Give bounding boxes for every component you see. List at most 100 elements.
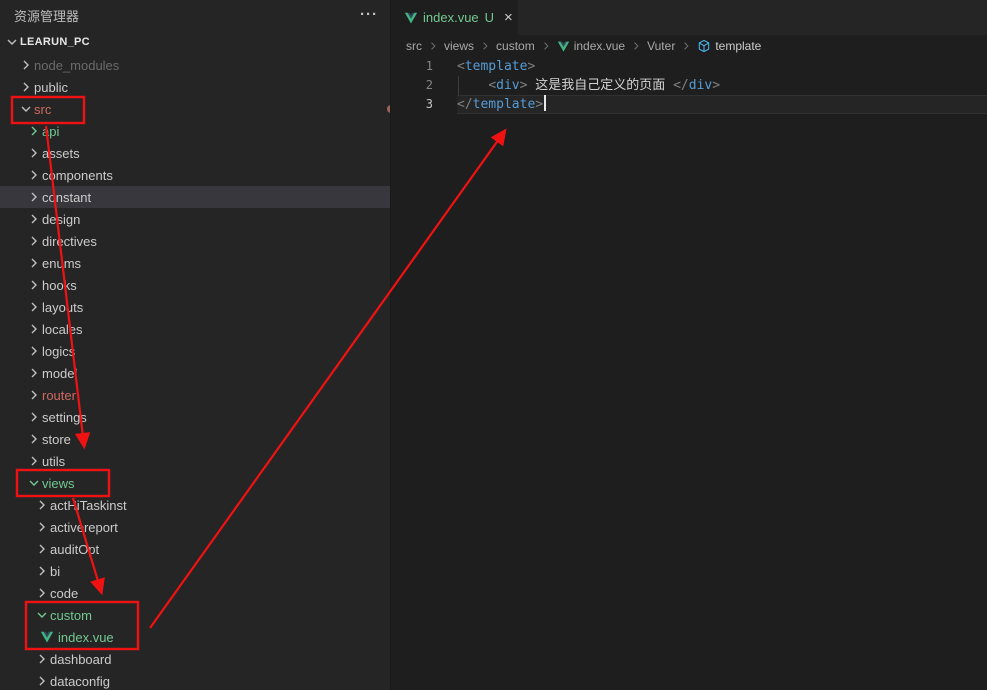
- tree-item-design[interactable]: design: [0, 208, 391, 230]
- chevron-down-icon[interactable]: [26, 475, 42, 491]
- chevron-right-icon[interactable]: [26, 145, 42, 161]
- tree-item-public[interactable]: public: [0, 76, 391, 98]
- code-line-2[interactable]: 2 <div> 这是我自己定义的页面 </div>: [391, 76, 987, 95]
- tree-item-locales[interactable]: locales: [0, 318, 391, 340]
- tab-index-vue[interactable]: index.vue U ×: [391, 0, 518, 35]
- tree-item-views[interactable]: views: [0, 472, 391, 494]
- chevron-right-icon[interactable]: [34, 541, 50, 557]
- explorer-sidebar: 资源管理器 ··· LEARUN_PC node_modulespublicsr…: [0, 0, 391, 690]
- tree-item-router[interactable]: router: [0, 384, 391, 406]
- workspace-header[interactable]: LEARUN_PC: [0, 30, 390, 54]
- file-tree: node_modulespublicsrcapiassetscomponents…: [0, 54, 390, 690]
- code-line-content: <div> 这是我自己定义的页面 </div>: [457, 76, 987, 95]
- breadcrumb-views[interactable]: views: [444, 39, 474, 53]
- chevron-right-icon[interactable]: [26, 123, 42, 139]
- tree-item-node_modules[interactable]: node_modules: [0, 54, 391, 76]
- tree-item-label: bi: [50, 564, 60, 579]
- chevron-right-icon[interactable]: [26, 211, 42, 227]
- tree-item-dashboard[interactable]: dashboard: [0, 648, 391, 670]
- tree-item-label: router: [42, 388, 76, 403]
- tree-item-label: index.vue: [58, 630, 114, 645]
- chevron-right-icon[interactable]: [26, 409, 42, 425]
- close-icon[interactable]: ×: [504, 10, 513, 25]
- chevron-right-icon[interactable]: [26, 255, 42, 271]
- tree-item-hooks[interactable]: hooks: [0, 274, 391, 296]
- code-editor[interactable]: 1<template>2 <div> 这是我自己定义的页面 </div>3</t…: [391, 57, 987, 690]
- chevron-right-icon[interactable]: [26, 189, 42, 205]
- tree-item-label: utils: [42, 454, 65, 469]
- tree-item-index.vue[interactable]: index.vueU: [0, 626, 391, 648]
- tree-item-assets[interactable]: assets: [0, 142, 391, 164]
- vue-file-icon: [557, 40, 570, 53]
- breadcrumb-label: template: [715, 39, 761, 53]
- breadcrumb-label: src: [406, 39, 422, 53]
- tree-item-dataconfig[interactable]: dataconfig: [0, 670, 391, 690]
- chevron-right-icon[interactable]: [18, 79, 34, 95]
- line-number[interactable]: 1: [391, 57, 457, 76]
- line-number[interactable]: 3: [391, 95, 457, 114]
- more-actions-icon[interactable]: ···: [360, 10, 378, 20]
- tree-item-settings[interactable]: settings: [0, 406, 391, 428]
- tree-item-api[interactable]: api: [0, 120, 391, 142]
- tree-item-src[interactable]: src: [0, 98, 391, 120]
- tree-item-auditOpt[interactable]: auditOpt: [0, 538, 391, 560]
- code-line-content: </template>: [457, 95, 987, 114]
- token-punct: >: [527, 59, 535, 74]
- chevron-right-icon[interactable]: [34, 651, 50, 667]
- tree-item-activereport[interactable]: activereport: [0, 516, 391, 538]
- code-line-3[interactable]: 3</template>: [391, 95, 987, 114]
- chevron-right-icon[interactable]: [34, 497, 50, 513]
- tree-item-actHiTaskinst[interactable]: actHiTaskinst: [0, 494, 391, 516]
- chevron-right-icon[interactable]: [34, 673, 50, 689]
- breadcrumb-src[interactable]: src: [406, 39, 422, 53]
- tree-item-constant[interactable]: constant: [0, 186, 391, 208]
- tree-item-bi[interactable]: bi: [0, 560, 391, 582]
- chevron-right-icon[interactable]: [26, 431, 42, 447]
- token-tag: div: [496, 78, 519, 93]
- tree-item-custom[interactable]: custom: [0, 604, 391, 626]
- breadcrumb-custom[interactable]: custom: [496, 39, 535, 53]
- tree-item-label: code: [50, 586, 78, 601]
- tree-item-label: store: [42, 432, 71, 447]
- chevron-down-icon[interactable]: [18, 101, 34, 117]
- chevron-right-icon[interactable]: [26, 453, 42, 469]
- chevron-right-icon[interactable]: [26, 321, 42, 337]
- breadcrumb-template[interactable]: template: [697, 39, 761, 53]
- tree-item-components[interactable]: components: [0, 164, 391, 186]
- chevron-right-icon[interactable]: [26, 233, 42, 249]
- breadcrumb-Vuter[interactable]: Vuter: [647, 39, 675, 53]
- tree-item-code[interactable]: code: [0, 582, 391, 604]
- chevron-right-icon[interactable]: [26, 167, 42, 183]
- chevron-right-icon[interactable]: [26, 277, 42, 293]
- code-line-1[interactable]: 1<template>: [391, 57, 987, 76]
- tree-item-enums[interactable]: enums: [0, 252, 391, 274]
- breadcrumb-index-vue[interactable]: index.vue: [557, 39, 625, 53]
- explorer-title: 资源管理器: [14, 6, 79, 25]
- token-tag: div: [689, 78, 712, 93]
- tree-item-label: settings: [42, 410, 87, 425]
- chevron-right-icon[interactable]: [26, 343, 42, 359]
- tree-item-label: directives: [42, 234, 97, 249]
- breadcrumbs: src views custom index.vue Vuter template: [391, 35, 987, 57]
- tab-title: index.vue: [423, 10, 479, 25]
- chevron-right-icon[interactable]: [26, 387, 42, 403]
- chevron-down-icon[interactable]: [34, 607, 50, 623]
- chevron-right-icon[interactable]: [18, 57, 34, 73]
- tree-item-utils[interactable]: utils: [0, 450, 391, 472]
- chevron-right-icon[interactable]: [34, 563, 50, 579]
- tree-item-layouts[interactable]: layouts: [0, 296, 391, 318]
- chevron-right-icon[interactable]: [34, 585, 50, 601]
- token-text: 这是我自己定义的页面: [527, 78, 673, 93]
- token-punct: >: [712, 78, 720, 93]
- symbol-cube-icon: [697, 39, 711, 53]
- line-number[interactable]: 2: [391, 76, 457, 95]
- tree-item-store[interactable]: store: [0, 428, 391, 450]
- tree-item-model[interactable]: model: [0, 362, 391, 384]
- token-punct: <: [488, 78, 496, 93]
- chevron-right-icon[interactable]: [34, 519, 50, 535]
- tree-item-directives[interactable]: directives: [0, 230, 391, 252]
- tree-item-logics[interactable]: logics: [0, 340, 391, 362]
- chevron-right-icon[interactable]: [26, 299, 42, 315]
- editor-area: index.vue U × src views custom index.vue Vut…: [391, 0, 987, 690]
- chevron-right-icon[interactable]: [26, 365, 42, 381]
